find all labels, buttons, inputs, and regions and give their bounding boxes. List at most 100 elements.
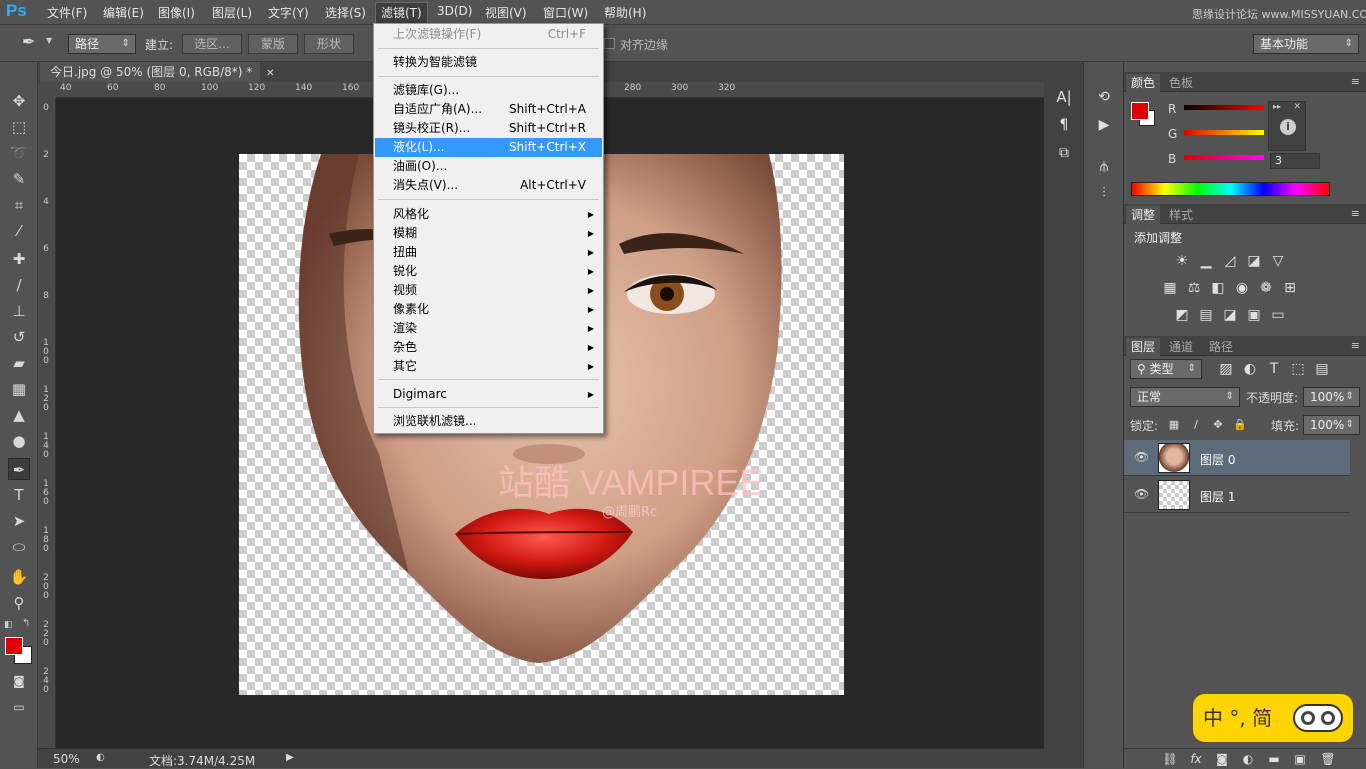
path-mode-select[interactable]: 路径 [68, 34, 136, 54]
type-filter-icon[interactable]: T [1264, 360, 1284, 378]
opacity-field[interactable]: 100% [1303, 387, 1360, 407]
tab-color[interactable]: 颜色 [1126, 74, 1161, 92]
vertical-ruler[interactable]: 0 2 4 6 8 1 0 0 1 2 0 1 4 0 1 6 0 1 8 0 2 0 0 2 2 0… [38, 98, 56, 748]
status-arrow-icon[interactable]: ▶ [286, 752, 294, 763]
paragraph-panel-icon[interactable]: ¶ [1054, 116, 1074, 134]
dodge-tool-icon[interactable]: ● [8, 430, 30, 452]
layer-filter-select[interactable]: ⚲ 类型 [1130, 359, 1202, 379]
b-value-field[interactable]: 3 [1270, 153, 1320, 169]
menu-item-noise[interactable]: 杂色 ▶ [375, 338, 602, 357]
healing-brush-tool-icon[interactable]: ✚ [8, 248, 30, 270]
eraser-tool-icon[interactable]: ▰ [8, 352, 30, 374]
marquee-tool-icon[interactable]: ⬚ [8, 116, 30, 138]
brush-preset-panel-icon[interactable]: ⫶ [1094, 184, 1114, 202]
add-mask-icon[interactable]: ◙ [1212, 750, 1232, 768]
eyedropper-tool-icon[interactable]: ⁄ [8, 220, 30, 242]
align-edges-checkbox[interactable] [604, 38, 615, 49]
ime-badge[interactable]: 中 °, 简 [1193, 694, 1353, 742]
color-balance-icon[interactable]: ⚖ [1184, 279, 1204, 297]
screen-mode-icon[interactable]: ▭ [8, 696, 30, 718]
panel-menu-icon[interactable]: ≡ [1351, 339, 1360, 352]
menu-item-distort[interactable]: 扭曲 ▶ [375, 243, 602, 262]
hand-tool-icon[interactable]: ✋ [8, 566, 30, 588]
r-slider[interactable] [1184, 105, 1264, 110]
menu-image[interactable]: 图像(I) [158, 4, 195, 21]
brush-panel-icon[interactable]: ⫛ [1094, 158, 1114, 176]
zoom-tool-icon[interactable]: ⚲ [8, 592, 30, 614]
close-tab-icon[interactable]: ✕ [266, 68, 274, 79]
share-icon[interactable]: ◐ [96, 752, 105, 763]
hue-saturation-icon[interactable]: ▦ [1160, 279, 1180, 297]
close-icon[interactable]: ✕ [1293, 102, 1301, 112]
lasso-tool-icon[interactable]: ➰ [8, 142, 30, 164]
history-panel-icon[interactable]: ⟲ [1094, 88, 1114, 106]
photo-filter-icon[interactable]: ◉ [1232, 279, 1252, 297]
zoom-level[interactable]: 50% [53, 752, 80, 766]
color-fg-swatch[interactable] [1131, 102, 1149, 120]
swap-colors-icon[interactable]: ↰ [22, 618, 30, 629]
new-adjustment-icon[interactable]: ◐ [1238, 750, 1258, 768]
menu-item-adaptive-wide-angle[interactable]: 自适应广角(A)... Shift+Ctrl+A [375, 100, 602, 119]
gradient-map-icon[interactable]: ▭ [1268, 306, 1288, 324]
pen-tool-icon[interactable]: ✒ [8, 458, 30, 480]
curves-icon[interactable]: ◿ [1220, 252, 1240, 270]
channel-mixer-icon[interactable]: ❁ [1256, 279, 1276, 297]
menu-item-oil-paint[interactable]: 油画(O)... [375, 157, 602, 176]
quick-select-tool-icon[interactable]: ✎ [8, 168, 30, 190]
tab-styles[interactable]: 样式 [1164, 206, 1198, 224]
vibrance-icon[interactable]: ▽ [1268, 252, 1288, 270]
panel-menu-icon[interactable]: ≡ [1351, 75, 1360, 88]
menu-type[interactable]: 文字(Y) [268, 4, 309, 21]
tab-paths[interactable]: 路径 [1204, 338, 1238, 356]
invert-icon[interactable]: ◩ [1172, 306, 1192, 324]
menu-edit[interactable]: 编辑(E) [103, 4, 144, 21]
default-colors-icon[interactable]: ◧ [4, 620, 13, 630]
actions-panel-icon[interactable]: ▶ [1094, 116, 1114, 134]
stamp-tool-icon[interactable]: ⊥ [8, 300, 30, 322]
history-brush-tool-icon[interactable]: ↺ [8, 326, 30, 348]
menu-item-render[interactable]: 渲染 ▶ [375, 319, 602, 338]
lock-all-icon[interactable]: 🔒 [1230, 416, 1250, 434]
layer-row[interactable]: 👁 图层 1 [1124, 477, 1350, 513]
visibility-eye-icon[interactable]: 👁 [1134, 450, 1149, 464]
menu-item-vanishing-point[interactable]: 消失点(V)... Alt+Ctrl+V [375, 176, 602, 195]
crop-tool-icon[interactable]: ⌗ [8, 194, 30, 216]
menu-view[interactable]: 视图(V) [485, 4, 527, 21]
info-icon[interactable]: i [1280, 119, 1296, 135]
color-spectrum[interactable] [1131, 182, 1330, 196]
menu-file[interactable]: 文件(F) [47, 4, 87, 21]
levels-icon[interactable]: ▁ [1196, 252, 1216, 270]
menu-item-other[interactable]: 其它 ▶ [375, 357, 602, 376]
delete-layer-icon[interactable]: 🗑 [1318, 750, 1338, 768]
tab-channels[interactable]: 通道 [1164, 338, 1198, 356]
path-select-tool-icon[interactable]: ➤ [8, 510, 30, 532]
menu-item-sharpen[interactable]: 锐化 ▶ [375, 262, 602, 281]
move-tool-icon[interactable]: ✥ [8, 90, 30, 112]
menu-layer[interactable]: 图层(L) [212, 4, 252, 21]
visibility-eye-icon[interactable]: 👁 [1134, 487, 1149, 501]
tab-adjustments[interactable]: 调整 [1126, 206, 1161, 224]
new-layer-icon[interactable]: ▣ [1290, 750, 1310, 768]
lock-transparency-icon[interactable]: ▦ [1164, 416, 1184, 434]
link-layers-icon[interactable]: ⛓ [1160, 750, 1180, 768]
b-slider[interactable] [1184, 155, 1264, 160]
foreground-color-swatch[interactable] [5, 637, 23, 655]
menu-item-liquify[interactable]: 液化(L)... Shift+Ctrl+X [375, 138, 602, 157]
exposure-icon[interactable]: ◪ [1244, 252, 1264, 270]
workspace-select[interactable]: 基本功能 [1253, 34, 1359, 54]
menu-help[interactable]: 帮助(H) [604, 4, 646, 21]
menu-item-lens-correction[interactable]: 镜头校正(R)... Shift+Ctrl+R [375, 119, 602, 138]
panel-menu-icon[interactable]: ≡ [1351, 207, 1360, 220]
pixel-filter-icon[interactable]: ▨ [1216, 360, 1236, 378]
mask-button[interactable]: 蒙版 [248, 34, 298, 54]
brush-tool-icon[interactable]: / [8, 274, 30, 296]
lock-position-icon[interactable]: ✥ [1208, 416, 1228, 434]
g-slider[interactable] [1184, 130, 1264, 135]
expand-icon[interactable]: ▸▸ [1273, 102, 1281, 111]
menu-item-filter-gallery[interactable]: 滤镜库(G)... [375, 81, 602, 100]
fill-field[interactable]: 100% [1303, 415, 1360, 435]
menu-item-stylize[interactable]: 风格化 ▶ [375, 205, 602, 224]
fx-icon[interactable]: fx [1186, 750, 1206, 768]
black-white-icon[interactable]: ◧ [1208, 279, 1228, 297]
3d-panel-icon[interactable]: ⧉ [1054, 144, 1074, 162]
